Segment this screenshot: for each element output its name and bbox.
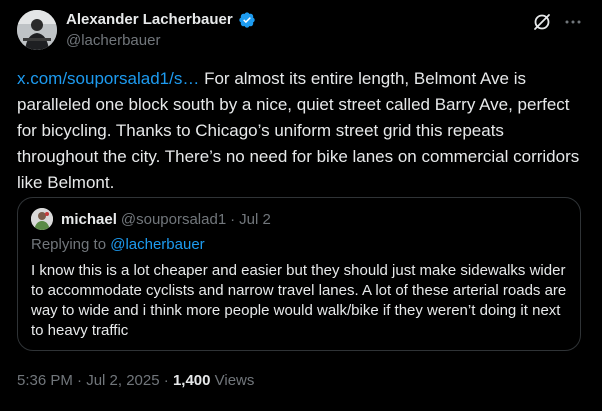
quoted-author-handle[interactable]: @souporsalad1 [121, 211, 226, 228]
quoted-tweet-link[interactable]: x.com/souporsalad1/s… [17, 69, 199, 88]
tweet: Alexander Lacherbauer @lacherbauer x.com… [0, 0, 602, 411]
quoted-tweet-header: michael @souporsalad1 · Jul 2 [31, 208, 271, 230]
author-name[interactable]: Alexander Lacherbauer [66, 10, 233, 30]
tweet-meta: 5:36 PM · Jul 2, 2025 · 1,400 Views [17, 371, 254, 391]
views-count: 1,400 [172, 372, 211, 389]
more-icon[interactable] [564, 13, 582, 31]
top-actions [532, 12, 582, 32]
author-avatar[interactable] [17, 10, 57, 50]
tweet-timestamp[interactable]: 5:36 PM · Jul 2, 2025 [17, 372, 160, 389]
quoted-author-avatar[interactable] [31, 208, 53, 230]
quoted-replying-to: Replying to @lacherbauer [31, 235, 205, 255]
verified-badge-icon [239, 12, 255, 28]
author-name-row: Alexander Lacherbauer [66, 10, 256, 30]
quoted-date[interactable]: Jul 2 [239, 211, 271, 228]
quoted-tweet[interactable]: michael @souporsalad1 · Jul 2 Replying t… [17, 197, 581, 351]
quoted-tweet-text: I know this is a lot cheaper and easier … [31, 262, 567, 339]
quoted-author-name[interactable]: michael [61, 211, 117, 228]
replying-label: Replying to [31, 236, 111, 253]
grok-icon[interactable] [532, 12, 552, 32]
author-handle[interactable]: @lacherbauer [66, 31, 160, 51]
meta-separator: · [159, 372, 173, 389]
quoted-separator: · [230, 210, 236, 228]
replying-handle[interactable]: @lacherbauer [110, 236, 204, 253]
views-label: Views [210, 372, 255, 389]
tweet-text: x.com/souporsalad1/s… For almost its ent… [17, 66, 587, 196]
